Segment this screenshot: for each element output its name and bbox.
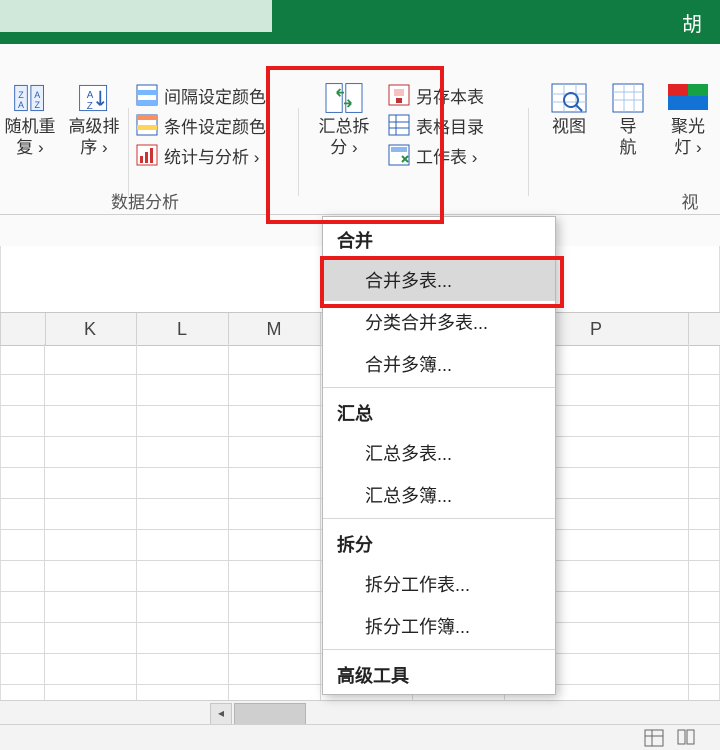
ribbon-btn-view-label: 视图: [540, 116, 598, 137]
ribbon-separator-3: [528, 108, 529, 196]
ribbon-btn-navigate[interactable]: 导 航: [604, 80, 652, 210]
ribbon-btn-worksheet[interactable]: 工作表 ›: [388, 140, 518, 170]
col-header-L[interactable]: L: [136, 313, 229, 345]
svg-text:A: A: [34, 90, 40, 100]
menu-section-summary: 汇总: [323, 390, 555, 432]
ribbon-btn-save-sheet[interactable]: 另存本表: [388, 80, 518, 110]
menu-separator: [323, 518, 555, 519]
ribbon-separator: [128, 108, 129, 196]
menu-section-merge: 合并: [323, 217, 555, 259]
ribbon-separator-2: [298, 108, 299, 196]
ribbon-btn-sheet-catalog[interactable]: 表格目录: [388, 110, 518, 140]
ribbon-btn-sheet-catalog-label: 表格目录: [416, 113, 484, 138]
title-text: 胡: [682, 8, 702, 37]
menu-item-summary-sheets[interactable]: 汇总多表...: [323, 432, 555, 474]
menu-section-split: 拆分: [323, 521, 555, 563]
menu-item-merge-workbooks[interactable]: 合并多簿...: [323, 343, 555, 385]
catalog-icon: [388, 114, 410, 136]
advanced-sort-icon: AZ: [75, 80, 113, 116]
ribbon-btn-random-reorder-label-1: 随机重: [0, 116, 60, 137]
menu-item-merge-sheets[interactable]: 合并多表...: [323, 259, 555, 301]
ribbon-btn-worksheet-label: 工作表 ›: [416, 143, 477, 168]
ribbon-group-label-view: 视: [660, 188, 720, 213]
ribbon-btn-interval-color-label: 间隔设定颜色: [164, 83, 266, 108]
ribbon-btn-navigate-label-2: 航: [604, 137, 652, 158]
view-page-icon[interactable]: [676, 729, 696, 747]
ribbon-btn-advanced-sort-label-1: 高级排: [60, 116, 128, 137]
interval-color-icon: [136, 84, 158, 106]
ribbon-btn-conditional-color-label: 条件设定颜色: [164, 113, 266, 138]
menu-separator: [323, 387, 555, 388]
ribbon-btn-spotlight-label-2: 灯 ›: [658, 137, 718, 158]
ribbon-btn-summary-split-label-1: 汇总拆: [308, 116, 380, 137]
stats-icon: [136, 144, 158, 166]
ribbon-body: ZAAZ 随机重 复 › AZ 高级排 序 › 间隔设定颜色: [0, 80, 720, 210]
ribbon-btn-spotlight-label-1: 聚光: [658, 116, 718, 137]
conditional-color-icon: [136, 114, 158, 136]
view-icon: [549, 80, 589, 116]
titlebar: 胡: [0, 0, 720, 44]
svg-text:Z: Z: [34, 100, 40, 110]
status-bar: [0, 724, 720, 750]
summary-split-menu: 合并 合并多表... 分类合并多表... 合并多簿... 汇总 汇总多表... …: [322, 216, 556, 695]
col-header-M[interactable]: M: [228, 313, 321, 345]
ribbon-btn-summary-split-label-2: 分 ›: [308, 137, 380, 158]
ribbon-btn-conditional-color[interactable]: 条件设定颜色: [136, 110, 286, 140]
ribbon-btn-stats-analysis[interactable]: 统计与分析 ›: [136, 140, 286, 170]
sort-shuffle-icon: ZAAZ: [11, 80, 49, 116]
col-header-Q[interactable]: [688, 313, 720, 345]
scroll-thumb[interactable]: [234, 703, 306, 725]
ribbon-group-label-data-analysis: 数据分析: [0, 188, 290, 213]
view-normal-icon[interactable]: [644, 729, 664, 747]
svg-text:Z: Z: [87, 101, 93, 112]
col-header-blank[interactable]: [0, 313, 46, 345]
col-header-K[interactable]: K: [44, 313, 137, 345]
ribbon-bottom-divider: [0, 214, 720, 215]
menu-item-split-workbook[interactable]: 拆分工作簿...: [323, 605, 555, 647]
ribbon-btn-interval-color[interactable]: 间隔设定颜色: [136, 80, 286, 110]
menu-item-split-worksheet[interactable]: 拆分工作表...: [323, 563, 555, 605]
scroll-left-button[interactable]: ◂: [210, 703, 232, 725]
summary-split-icon: [324, 80, 364, 116]
ribbon-btn-save-sheet-label: 另存本表: [416, 83, 484, 108]
svg-text:A: A: [18, 100, 24, 110]
worksheet-icon: [388, 144, 410, 166]
menu-separator: [323, 649, 555, 650]
ribbon-btn-advanced-sort-label-2: 序 ›: [60, 137, 128, 158]
menu-item-merge-sheets-by-category[interactable]: 分类合并多表...: [323, 301, 555, 343]
ribbon-btn-stats-analysis-label: 统计与分析 ›: [164, 143, 259, 168]
ribbon-btn-view[interactable]: 视图: [540, 80, 598, 210]
ribbon-btn-summary-split[interactable]: 汇总拆 分 ›: [308, 80, 380, 210]
ribbon-sheet-tools-group: 另存本表 表格目录 工作表 ›: [388, 80, 518, 210]
app-window: 胡 ZAAZ 随机重 复 › AZ 高级排 序 ›: [0, 0, 720, 750]
ribbon-btn-navigate-label-1: 导: [604, 116, 652, 137]
spotlight-icon: [666, 80, 710, 116]
ribbon-btn-random-reorder-label-2: 复 ›: [0, 137, 60, 158]
active-ribbon-tab-strip: [0, 0, 272, 32]
menu-section-advanced-tools: 高级工具: [323, 652, 555, 694]
horizontal-scrollbar[interactable]: ◂: [0, 700, 720, 725]
menu-item-summary-workbooks[interactable]: 汇总多簿...: [323, 474, 555, 516]
navigate-icon: [608, 80, 648, 116]
save-sheet-icon: [388, 84, 410, 106]
svg-text:Z: Z: [18, 90, 24, 100]
svg-text:A: A: [87, 90, 94, 101]
